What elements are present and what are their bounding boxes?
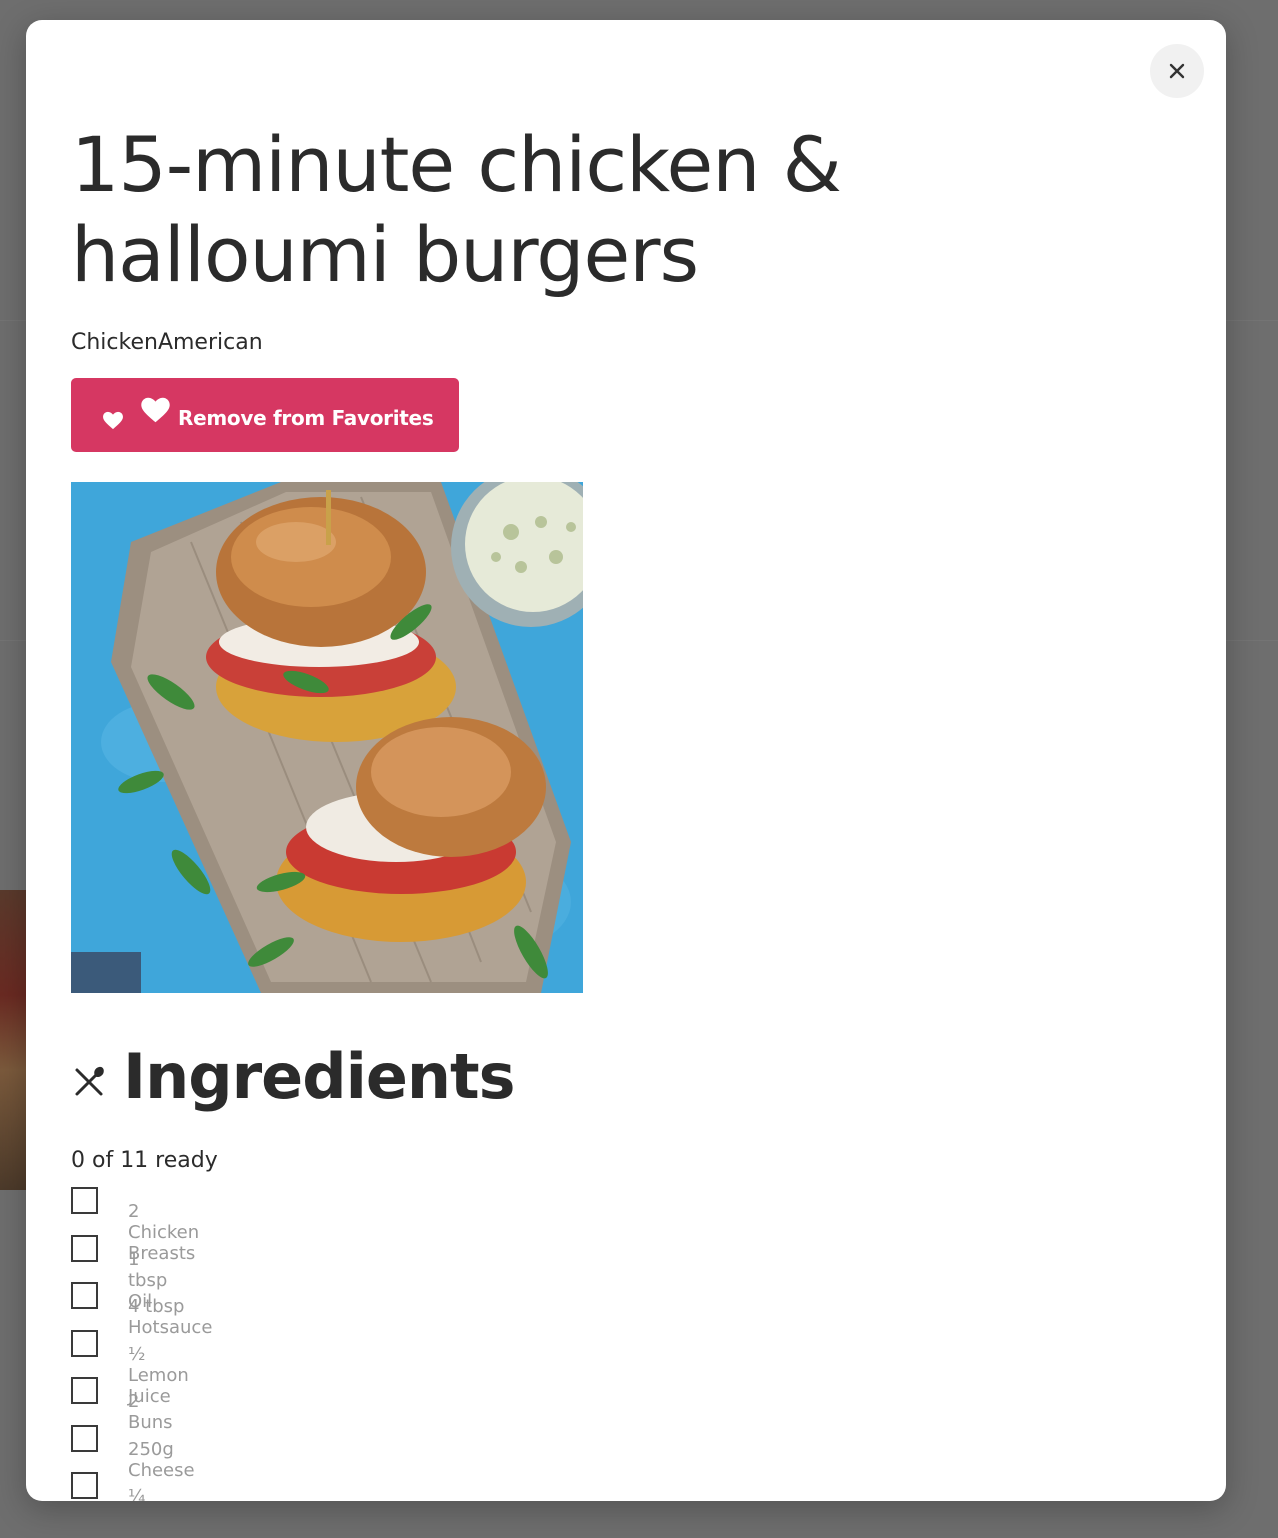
close-button[interactable] [1150, 44, 1204, 98]
ingredient-checkbox[interactable] [71, 1377, 98, 1404]
utensils-icon [75, 1066, 104, 1095]
background-recipe-image [0, 890, 26, 1190]
ingredient-checkbox[interactable] [71, 1424, 98, 1452]
ingredient-checkbox[interactable] [71, 1472, 98, 1499]
ingredients-title: Ingredients [123, 1040, 516, 1113]
ingredient-label: 2 Buns [128, 1391, 173, 1433]
recipe-modal: 15-minute chicken & halloumi burgers Chi… [26, 20, 1226, 1501]
ingredient-checkbox[interactable] [71, 1329, 98, 1357]
close-icon [1169, 63, 1185, 79]
ingredient-checkbox[interactable] [71, 1282, 98, 1309]
heart-icon [103, 411, 123, 430]
recipe-tags: ChickenAmerican [71, 330, 263, 355]
favorite-button-label: Remove from Favorites [178, 406, 434, 430]
ingredient-label: 250g Cheese [128, 1438, 195, 1481]
ingredients-heading: Ingredients [71, 1040, 516, 1113]
recipe-title: 15-minute chicken & halloumi burgers [71, 120, 842, 299]
ingredients-progress: 0 of 11 ready [71, 1148, 218, 1173]
heart-icon [141, 397, 170, 423]
recipe-image [71, 482, 583, 993]
ingredient-checkbox[interactable] [71, 1234, 98, 1262]
ingredient-checkbox[interactable] [71, 1187, 98, 1214]
remove-from-favorites-button[interactable]: Remove from Favorites [71, 378, 459, 452]
ingredient-label: ¼ Cabbage [128, 1486, 146, 1501]
ingredient-label: 4 tbsp Hotsauce [128, 1296, 213, 1338]
